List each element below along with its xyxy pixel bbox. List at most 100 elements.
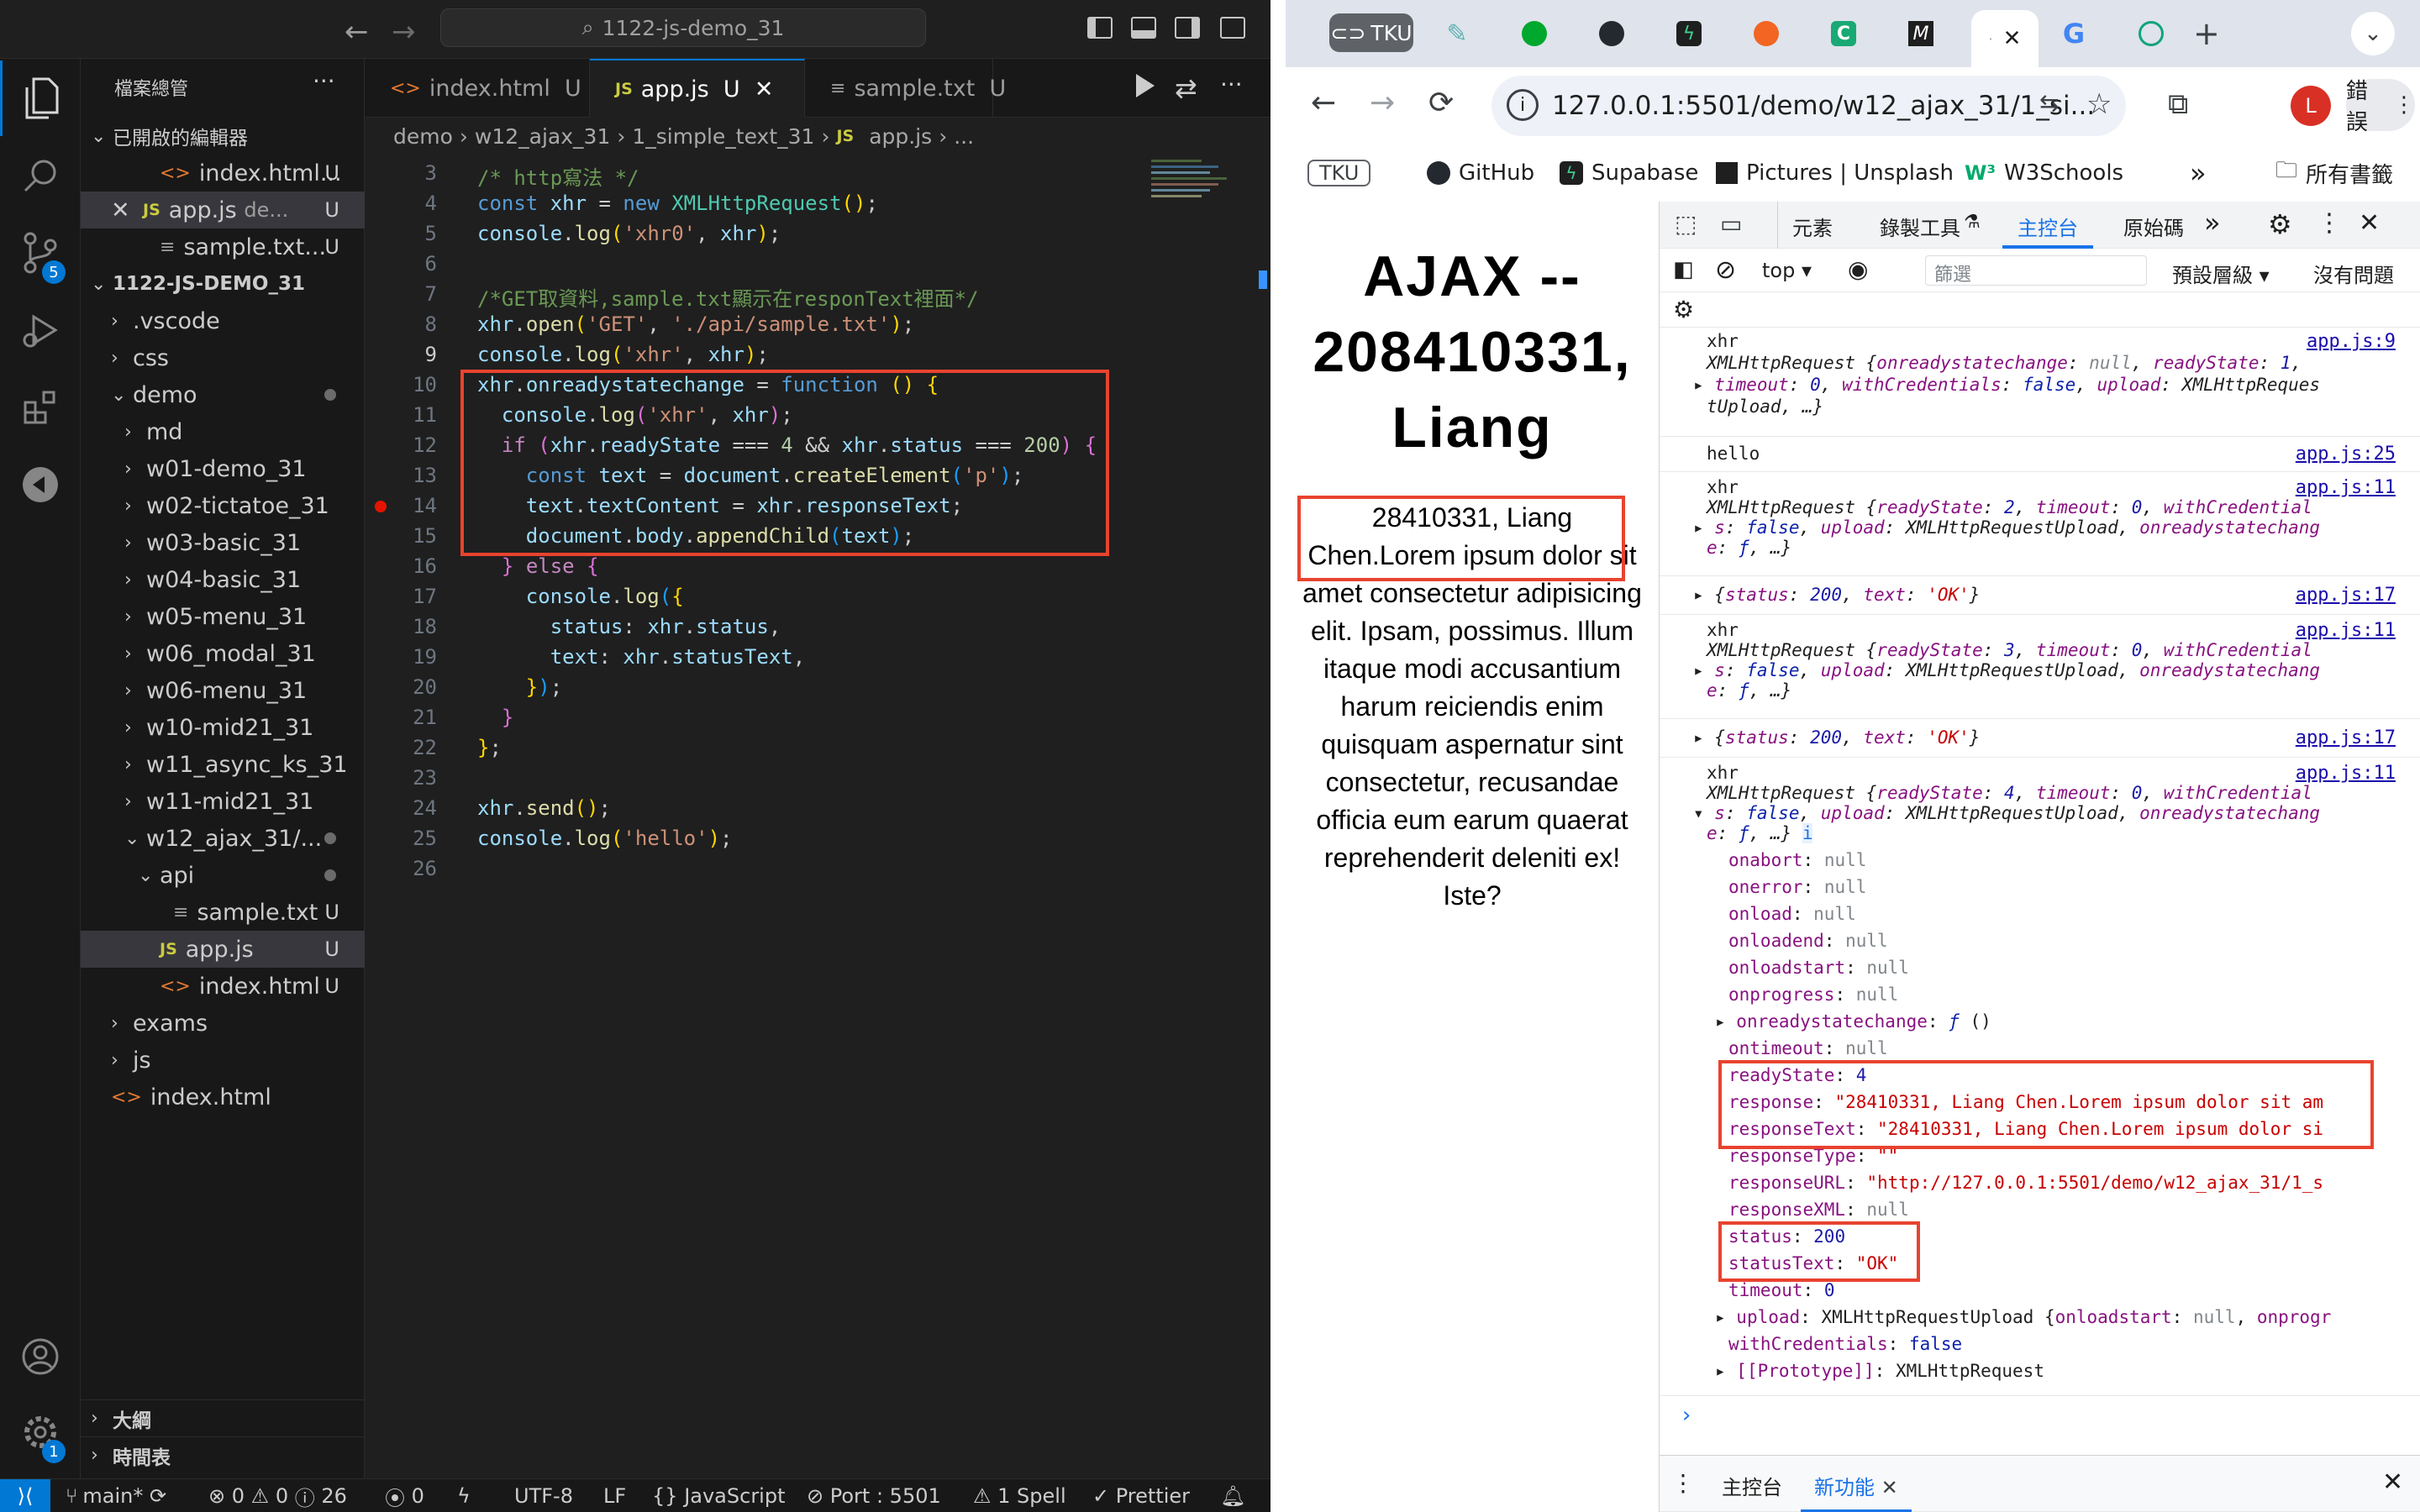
command-center[interactable]: ⌕ 1122-js-demo_31 — [440, 8, 926, 47]
bookmark-star-icon[interactable]: ☆ — [2086, 87, 2112, 121]
run-debug-icon[interactable] — [0, 292, 81, 368]
console-message[interactable]: xhr app.js:11 XMLHttpRequest {readyState… — [1660, 615, 2420, 719]
tree-folder[interactable]: › w03-basic_31 — [81, 524, 365, 561]
open-editor-item[interactable]: <> index.html... U — [81, 155, 365, 192]
account-icon[interactable] — [0, 1319, 81, 1394]
console-message-expanded[interactable]: xhr app.js:11 XMLHttpRequest {readyState… — [1660, 758, 2420, 1396]
browser-tab[interactable]: C — [1817, 17, 1870, 50]
drawer-tab-whats-new[interactable]: 新功能 ✕ — [1801, 1456, 1912, 1512]
context-select[interactable]: top ▾ — [1762, 259, 1812, 282]
more-tabs-icon[interactable]: » — [2204, 207, 2221, 239]
tab-recorder[interactable]: 錄製工具 — [1880, 212, 1960, 241]
forward-arrow-icon[interactable]: → — [1370, 86, 1395, 120]
eol-indicator[interactable]: LF — [603, 1479, 626, 1512]
browser-tab[interactable] — [1585, 17, 1639, 50]
browser-tab[interactable] — [1507, 17, 1561, 50]
toggle-sidebar-icon[interactable] — [1087, 17, 1113, 39]
browser-tab[interactable] — [1739, 17, 1793, 50]
profile-avatar[interactable]: L — [2291, 86, 2331, 126]
translate-icon[interactable]: ⇆ — [2039, 89, 2059, 117]
bookmark-supabase[interactable]: ϟ Supabase — [1560, 150, 1698, 197]
tree-folder[interactable]: › w11_async_ks_31 — [81, 746, 365, 783]
extensions-icon[interactable] — [0, 370, 81, 445]
customize-layout-icon[interactable] — [1220, 17, 1245, 39]
close-drawer-icon[interactable]: ✕ — [2382, 1467, 2403, 1497]
close-icon[interactable]: ✕ — [755, 76, 774, 102]
ports-indicator[interactable]: ⦿ 0 — [385, 1479, 424, 1512]
project-header[interactable]: ⌄ 1122-JS-DEMO_31 — [81, 265, 365, 302]
prettier-indicator[interactable]: ✓ Prettier — [1092, 1479, 1190, 1512]
console-message[interactable]: ▸ {status: 200, text: 'OK'} app.js:17 — [1660, 719, 2420, 758]
code-editor[interactable]: 3 4 5 6 7 8 9 10 11 12 13 14 15 16 17 18… — [365, 155, 1279, 1478]
tab-index-html[interactable]: <> index.html U — [365, 59, 590, 118]
kebab-menu-icon[interactable]: ⋮ — [1671, 1469, 1695, 1497]
browser-tab[interactable]: ✎ — [1430, 17, 1484, 50]
lightning-icon[interactable]: ϟ — [457, 1479, 471, 1512]
browser-tab[interactable]: M — [1894, 17, 1948, 50]
log-levels-select[interactable]: 預設層級 ▾ — [2172, 259, 2270, 288]
problems-indicator[interactable]: ⊗ 0 ⚠ 0 ⓘ 26 — [208, 1479, 347, 1512]
notifications-bell-icon[interactable]: 🔔︎ — [1220, 1479, 1245, 1512]
tree-folder[interactable]: › w05-menu_31 — [81, 598, 365, 635]
toggle-panel-icon[interactable] — [1131, 17, 1156, 39]
console-message[interactable]: xhr app.js:11 XMLHttpRequest {readyState… — [1660, 472, 2420, 576]
console-message[interactable]: xhr app.js:9 XMLHttpRequest {onreadystat… — [1660, 328, 2420, 437]
tree-folder[interactable]: › w04-basic_31 — [81, 561, 365, 598]
bookmark-unsplash[interactable]: Pictures | Unsplash — [1716, 150, 1954, 197]
console-message[interactable]: hello app.js:25 — [1660, 437, 2420, 472]
live-expression-eye-icon[interactable]: ◉ — [1848, 255, 1868, 283]
open-editors-header[interactable]: ⌄ 已開啟的編輯器 — [81, 118, 365, 155]
more-actions-icon[interactable]: ··· — [1220, 71, 1243, 98]
more-bookmarks-icon[interactable]: » — [2190, 150, 2207, 197]
address-bar[interactable]: i 127.0.0.1:5501/demo/w12_ajax_31/1_si..… — [1491, 76, 2126, 136]
all-bookmarks-folder[interactable]: 🗀︎ 所有書籤 — [2275, 150, 2393, 197]
tree-file[interactable]: ≡ sample.txt U — [81, 894, 365, 931]
tree-file[interactable]: <> index.html U — [81, 968, 365, 1005]
settings-gear-icon[interactable]: ⚙ — [2268, 208, 2292, 240]
tree-folder[interactable]: › .vscode — [81, 302, 365, 339]
clear-console-icon[interactable]: ⊘ — [1715, 255, 1736, 285]
spell-indicator[interactable]: ⚠ 1 Spell — [973, 1479, 1066, 1512]
open-editor-item[interactable]: ≡ sample.txt... U — [81, 228, 365, 265]
toggle-secondary-sidebar-icon[interactable] — [1175, 17, 1200, 39]
live-server-port[interactable]: ⊘ Port : 5501 — [807, 1479, 941, 1512]
compare-changes-icon[interactable]: ⇄ — [1175, 72, 1197, 104]
tree-folder[interactable]: ⌄ api — [81, 857, 365, 894]
browser-tab[interactable]: G — [2047, 17, 2101, 50]
browser-tab[interactable] — [2124, 17, 2178, 50]
tree-folder[interactable]: › w06-menu_31 — [81, 672, 365, 709]
tree-folder[interactable]: › w10-mid21_31 — [81, 709, 365, 746]
close-devtools-icon[interactable]: ✕ — [2359, 208, 2380, 238]
tab-app-js[interactable]: JS app.js U ✕ — [590, 59, 805, 118]
remote-indicator-icon[interactable]: ⟩⟨ — [0, 1479, 50, 1512]
tree-file[interactable]: <> index.html — [81, 1079, 365, 1116]
tree-folder[interactable]: › js — [81, 1042, 365, 1079]
minimap[interactable] — [1144, 155, 1237, 247]
back-arrow-icon[interactable]: ← — [345, 15, 369, 49]
sidebar-toggle-icon[interactable]: ◧ — [1673, 257, 1694, 282]
bookmark-w3schools[interactable]: W³ W3Schools — [1965, 150, 2123, 197]
tab-search-icon[interactable]: ⌄ — [2351, 12, 2395, 55]
outline-section[interactable]: › 大綱 — [81, 1399, 365, 1436]
more-actions-icon[interactable]: ··· — [313, 67, 335, 95]
drawer-tab-console[interactable]: 主控台 — [1722, 1471, 1782, 1500]
settings-gear-icon[interactable]: 1 — [0, 1394, 81, 1470]
tab-sample-txt[interactable]: ≡ sample.txt U — [805, 59, 1006, 118]
error-menu-button[interactable]: 錯誤 ⋮ — [2346, 79, 2415, 135]
reload-icon[interactable]: ⟳ — [1428, 86, 1454, 120]
tree-folder[interactable]: ⌄ demo — [81, 376, 365, 413]
run-icon[interactable] — [1136, 74, 1155, 97]
timeline-section[interactable]: › 時間表 — [81, 1436, 365, 1473]
tree-folder[interactable]: › css — [81, 339, 365, 376]
console-prompt[interactable]: › — [1680, 1403, 1693, 1428]
device-toolbar-icon[interactable]: ▭ — [1720, 210, 1742, 238]
console-message[interactable]: ▸ {status: 200, text: 'OK'} app.js:17 — [1660, 576, 2420, 615]
tab-group-tku[interactable]: ⊂⊃ TKU — [1329, 13, 1413, 52]
source-control-icon[interactable]: 5 — [0, 215, 81, 291]
tree-folder[interactable]: › exams — [81, 1005, 365, 1042]
encoding-indicator[interactable]: UTF-8 — [514, 1479, 573, 1512]
tree-folder[interactable]: › md — [81, 413, 365, 450]
tab-elements[interactable]: 元素 — [1792, 212, 1833, 241]
browser-tab[interactable]: ϟ — [1662, 17, 1716, 50]
close-icon[interactable]: ✕ — [111, 197, 143, 223]
